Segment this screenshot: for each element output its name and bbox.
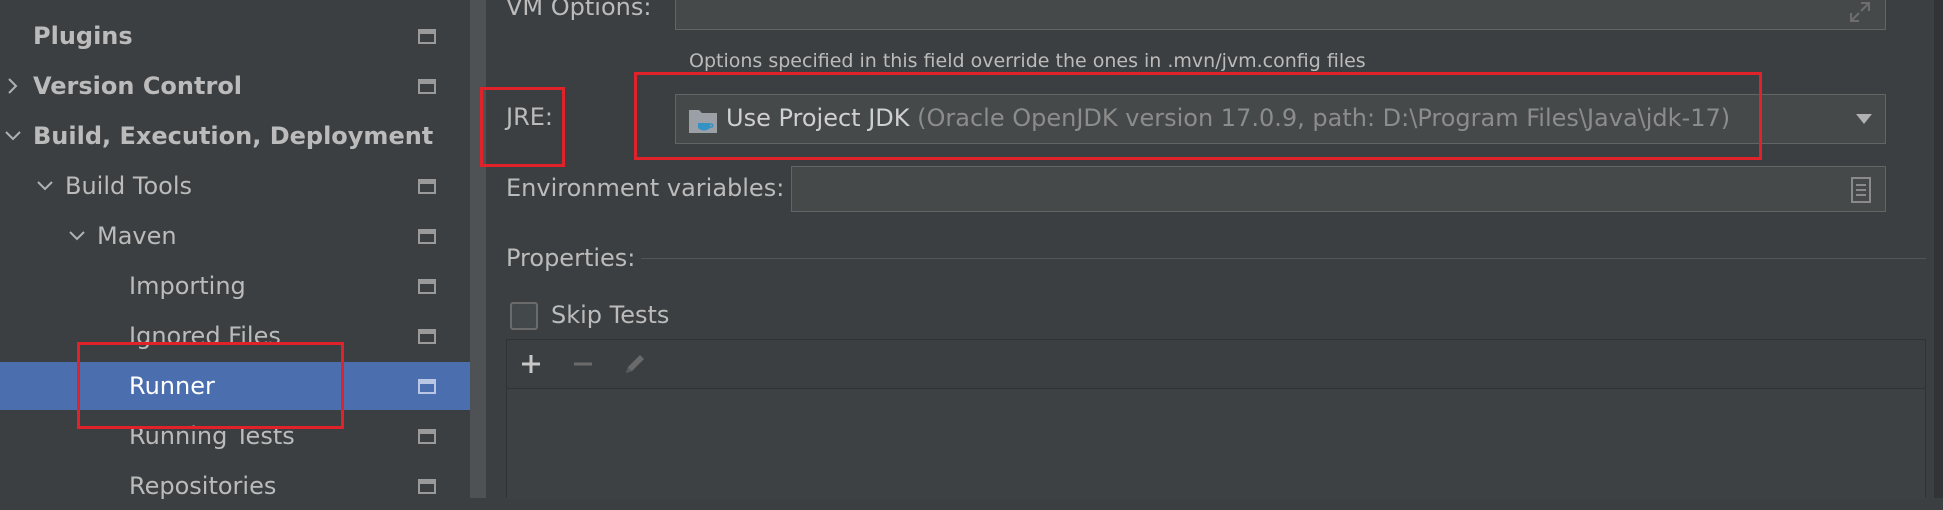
sidebar-item-label: Repositories bbox=[129, 472, 277, 500]
project-settings-icon bbox=[418, 428, 436, 444]
properties-table bbox=[506, 339, 1926, 499]
project-settings-icon bbox=[418, 78, 436, 94]
sidebar-item-build-tools[interactable]: Build Tools bbox=[0, 162, 470, 210]
sidebar-item-label: Plugins bbox=[33, 22, 133, 50]
window-edge bbox=[1934, 0, 1943, 498]
sidebar-item-build-execution-deployment[interactable]: Build, Execution, Deployment bbox=[0, 112, 470, 160]
chevron-down-icon[interactable] bbox=[1855, 113, 1873, 125]
properties-toolbar bbox=[507, 340, 1925, 389]
jre-label-highlight-box bbox=[480, 87, 565, 167]
project-settings-icon bbox=[418, 278, 436, 294]
properties-table-body[interactable] bbox=[507, 389, 1925, 499]
project-settings-icon bbox=[418, 478, 436, 494]
remove-button[interactable] bbox=[569, 350, 597, 378]
skip-tests-label: Skip Tests bbox=[551, 301, 670, 329]
chevron-down-icon[interactable] bbox=[35, 176, 55, 196]
sidebar-item-maven[interactable]: Maven bbox=[0, 212, 470, 260]
sidebar-item-label: Build Tools bbox=[65, 172, 192, 200]
chevron-right-icon[interactable] bbox=[3, 76, 23, 96]
env-variables-label: Environment variables: bbox=[506, 174, 785, 202]
sidebar-item-label: Maven bbox=[97, 222, 177, 250]
project-settings-icon bbox=[418, 378, 436, 394]
vm-options-label: VM Options: bbox=[506, 0, 652, 21]
vm-options-field[interactable] bbox=[675, 0, 1886, 30]
chevron-down-icon[interactable] bbox=[67, 226, 87, 246]
project-settings-icon bbox=[418, 328, 436, 344]
add-icon bbox=[522, 355, 540, 373]
vm-options-hint: Options specified in this field override… bbox=[689, 50, 1366, 72]
properties-label: Properties: bbox=[506, 244, 636, 272]
jre-combobox-highlight-box bbox=[634, 72, 1762, 160]
expand-icon[interactable] bbox=[1849, 1, 1871, 23]
project-settings-icon bbox=[418, 178, 436, 194]
chevron-down-icon[interactable] bbox=[3, 126, 23, 146]
sidebar-scrollbar[interactable] bbox=[470, 0, 486, 498]
project-settings-icon bbox=[418, 28, 436, 44]
runner-item-highlight-box bbox=[77, 342, 344, 429]
document-icon[interactable] bbox=[1851, 177, 1871, 203]
properties-separator bbox=[641, 258, 1926, 259]
skip-tests-checkbox[interactable] bbox=[510, 302, 538, 330]
project-settings-icon bbox=[418, 228, 436, 244]
sidebar-item-label: Version Control bbox=[33, 72, 243, 100]
sidebar-item-importing[interactable]: Importing bbox=[0, 262, 470, 310]
sidebar-item-plugins[interactable]: Plugins bbox=[0, 12, 470, 60]
add-button[interactable] bbox=[517, 350, 545, 378]
sidebar-item-label: Build, Execution, Deployment bbox=[33, 122, 434, 150]
edit-button[interactable] bbox=[621, 350, 649, 378]
sidebar-item-version-control[interactable]: Version Control bbox=[0, 62, 470, 110]
env-variables-field[interactable] bbox=[791, 166, 1886, 212]
runner-settings-panel: VM Options: Options specified in this fi… bbox=[480, 0, 1943, 499]
edit-icon bbox=[626, 355, 644, 373]
sidebar-item-repositories[interactable]: Repositories bbox=[0, 462, 470, 510]
remove-icon bbox=[574, 362, 592, 366]
sidebar-item-label: Importing bbox=[129, 272, 246, 300]
